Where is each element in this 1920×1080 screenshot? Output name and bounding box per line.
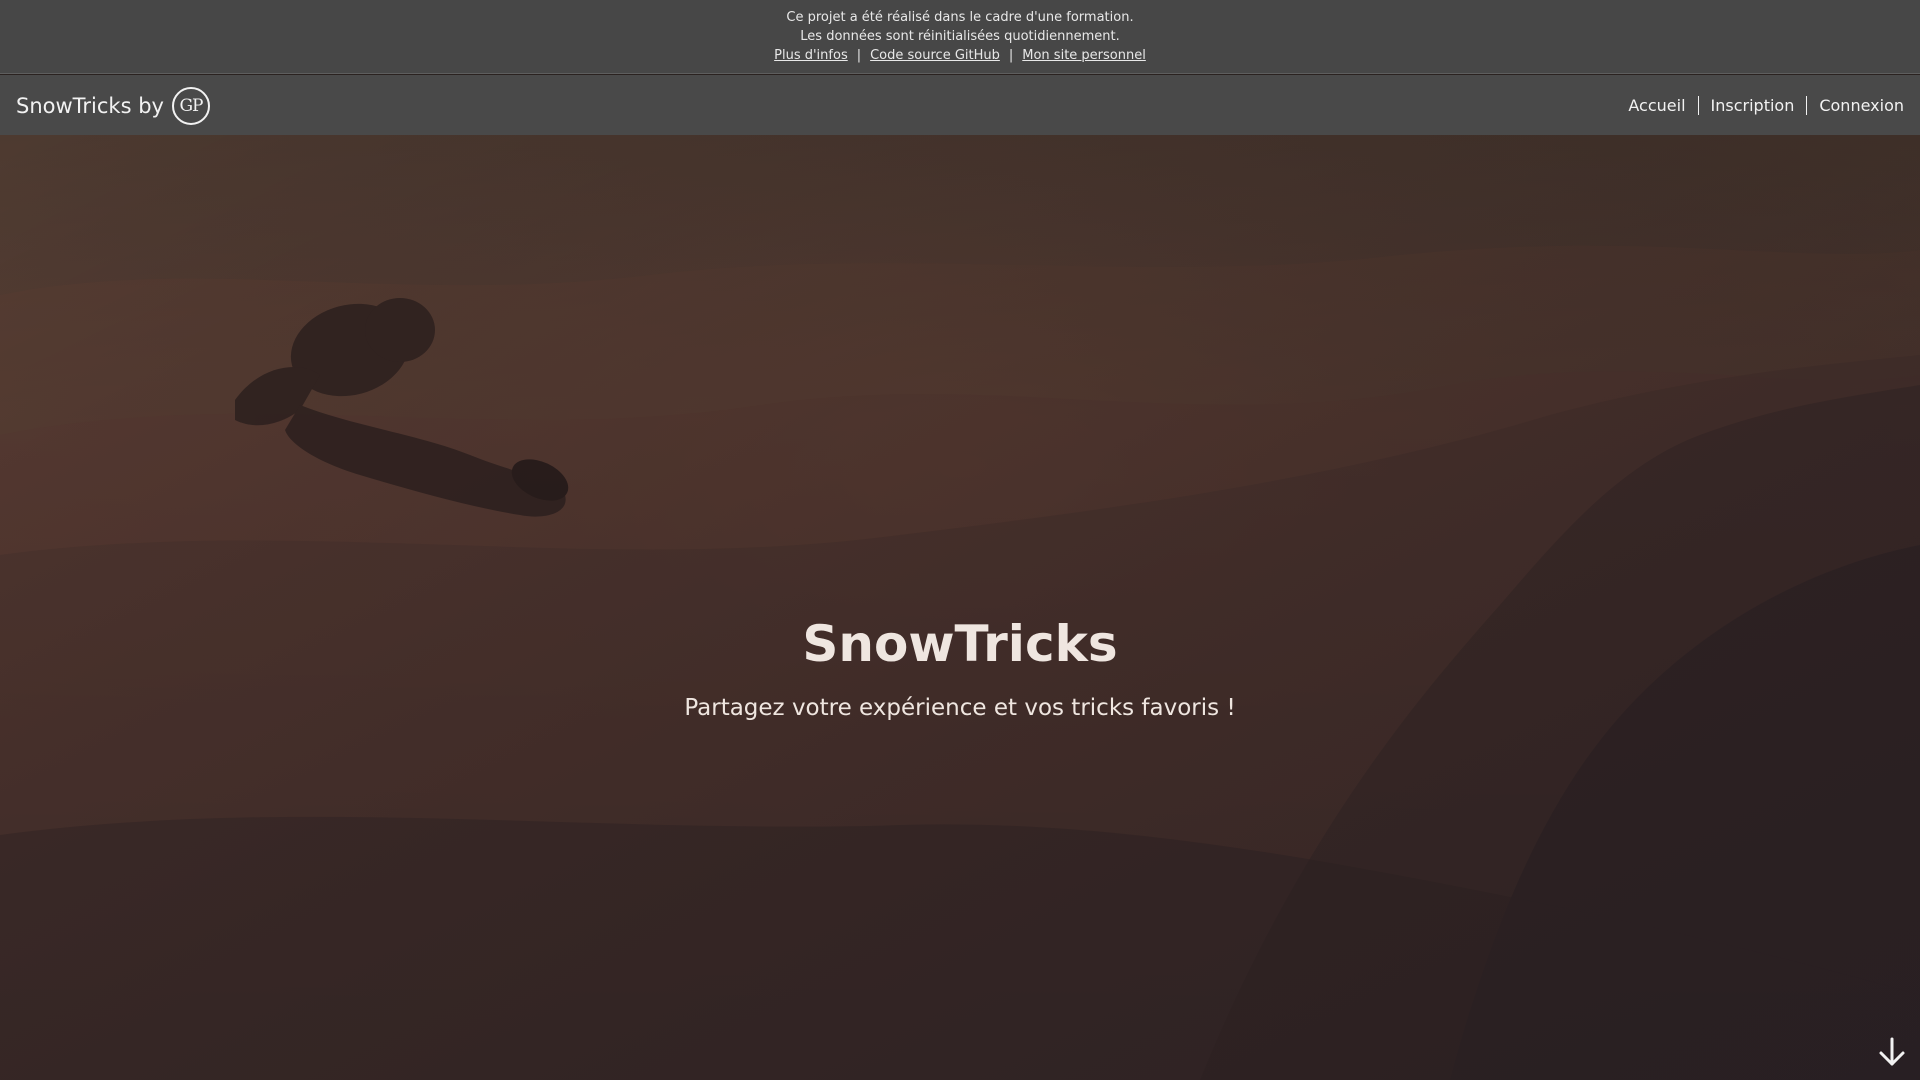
link-separator: | [856, 48, 862, 63]
hero-title: SnowTricks [802, 615, 1118, 673]
notice-links: Plus d'infos | Code source GitHub | Mon site… [0, 46, 1920, 65]
more-info-link[interactable]: Plus d'infos [774, 48, 848, 63]
page: Ce projet a été réalisé dans le cadre d'… [0, 0, 1920, 1080]
notice-line-reset: Les données sont réinitialisées quotidie… [800, 29, 1120, 44]
brand-name: SnowTricks by [16, 94, 164, 118]
nav-connexion[interactable]: Connexion [1806, 95, 1904, 115]
arrow-down-icon[interactable] [1876, 1036, 1908, 1068]
navbar: SnowTricks by GP Accueil Inscription Con… [0, 75, 1920, 135]
github-source-link[interactable]: Code source GitHub [870, 48, 1000, 63]
nav-accueil[interactable]: Accueil [1616, 96, 1697, 115]
gp-logo: GP [171, 87, 210, 125]
gp-logo-text: GP [179, 96, 203, 116]
project-notice-banner: Ce projet a été réalisé dans le cadre d'… [0, 0, 1920, 74]
hero-section: SnowTricks Partagez votre expérience et … [0, 135, 1920, 1080]
link-separator: | [1008, 48, 1014, 63]
hero-subtitle: Partagez votre expérience et vos tricks … [684, 695, 1236, 721]
notice-line-formation: Ce projet a été réalisé dans le cadre d'… [786, 10, 1134, 25]
personal-site-link[interactable]: Mon site personnel [1022, 48, 1146, 63]
brand-home-link[interactable]: SnowTricks by GP [16, 85, 210, 127]
nav-menu: Accueil Inscription Connexion [1616, 75, 1904, 135]
hero-background-image [0, 135, 1920, 1080]
nav-inscription[interactable]: Inscription [1697, 95, 1807, 115]
